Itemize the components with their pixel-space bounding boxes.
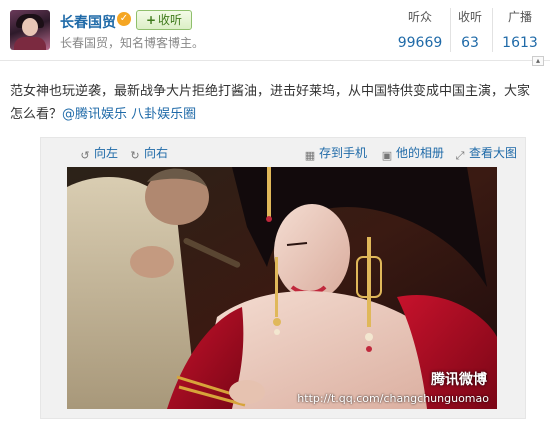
post-text: 范女神也玩逆袭，最新战争大片拒绝打酱油，进击好莱坞，从中国特供变成中国主演，大家… xyxy=(10,80,540,126)
stat-value: 1613 xyxy=(502,35,538,51)
view-large-label: 查看大图 xyxy=(469,146,518,160)
post-mentions-link[interactable]: @腾讯娱乐 八卦娱乐圈 xyxy=(62,107,196,122)
stat-label: 广播 xyxy=(507,10,532,24)
rotate-left-icon: ↺ xyxy=(80,149,90,162)
view-large-button[interactable]: ⤢ 查看大图 xyxy=(454,144,517,162)
image-toolbar: ↺ 向左 ↻ 向右 ▦ 存到手机 ▣ 他的相册 ⤢ 查看大图 xyxy=(41,138,527,164)
avatar-body xyxy=(14,37,46,50)
rotate-right-label: 向右 xyxy=(144,146,169,160)
watermark-logo: 腾讯微博 xyxy=(431,372,487,388)
author-bio: 长春国贸，知名博客博主。 xyxy=(60,36,205,50)
follow-button[interactable]: + 收听 xyxy=(136,10,192,30)
rotate-right-icon: ↻ xyxy=(130,149,140,162)
stat-divider xyxy=(492,8,493,52)
rotate-left-label: 向左 xyxy=(94,146,119,160)
follow-label: 收听 xyxy=(158,13,183,27)
header-divider xyxy=(0,60,550,61)
save-to-phone-button[interactable]: ▦ 存到手机 xyxy=(304,144,367,162)
stat-divider xyxy=(450,8,451,52)
avatar-face xyxy=(22,18,38,36)
collapse-icon[interactable]: ▴ xyxy=(532,56,544,66)
save-to-phone-label: 存到手机 xyxy=(319,146,368,160)
author-name[interactable]: 长春国贸 xyxy=(60,12,116,32)
verified-badge-icon: ✓ xyxy=(117,12,131,26)
rotate-left-button[interactable]: ↺ 向左 xyxy=(79,144,118,162)
stat-listeners[interactable]: 听众 99669 xyxy=(390,8,450,51)
rotate-right-button[interactable]: ↻ 向右 xyxy=(129,144,168,162)
stat-following[interactable]: 收听 63 xyxy=(452,8,488,51)
post-photo[interactable]: 腾讯微博 http://t.qq.com/changchunguomao xyxy=(67,167,497,409)
stat-broadcasts[interactable]: 广播 1613 xyxy=(496,8,544,51)
album-icon: ▣ xyxy=(381,149,393,162)
profile-header: 长春国贸 ✓ + 收听 长春国贸，知名博客博主。 听众 99669 收听 63 广… xyxy=(0,0,550,60)
plus-icon: + xyxy=(145,13,157,27)
watermark-url: http://t.qq.com/changchunguomao xyxy=(297,392,489,405)
avatar[interactable] xyxy=(10,10,50,50)
stat-value: 63 xyxy=(461,35,479,51)
stat-value: 99669 xyxy=(397,35,443,51)
stat-label: 收听 xyxy=(457,10,482,24)
stat-label: 听众 xyxy=(407,10,432,24)
qr-code-icon: ▦ xyxy=(304,149,316,162)
album-label: 他的相册 xyxy=(396,146,445,160)
album-button[interactable]: ▣ 他的相册 xyxy=(381,144,444,162)
expand-icon: ⤢ xyxy=(455,149,465,162)
image-viewer: ↺ 向左 ↻ 向右 ▦ 存到手机 ▣ 他的相册 ⤢ 查看大图 腾讯微博 http… xyxy=(40,137,526,419)
